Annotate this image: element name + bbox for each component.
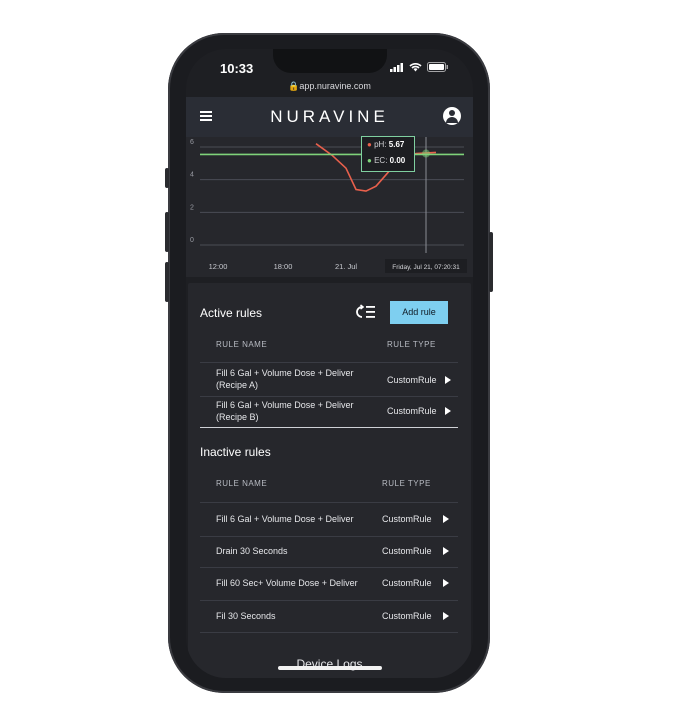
inactive-rule-row[interactable]: Fil 30 Seconds CustomRule [200, 600, 458, 633]
active-rules-title: Active rules [200, 306, 263, 320]
inactive-rule-row[interactable]: Fill 60 Sec+ Volume Dose + Deliver Custo… [200, 567, 458, 601]
y-tick-label: 0 [190, 237, 194, 244]
app-header: NURAVINE [186, 97, 473, 137]
ec-dot-icon: ● [367, 156, 372, 165]
wifi-icon [409, 63, 422, 72]
rule-name: Drain 30 Seconds [216, 546, 288, 556]
add-rule-button[interactable]: Add rule [390, 301, 448, 324]
rule-name-line2: (Recipe B) [216, 412, 259, 422]
active-col-rule-name: RULE NAME [216, 340, 268, 349]
rule-name-line2: (Recipe A) [216, 380, 259, 390]
ph-dot-icon: ● [367, 140, 372, 149]
rule-type: CustomRule [382, 514, 432, 524]
inactive-rule-row[interactable]: Fill 6 Gal + Volume Dose + Deliver Custo… [200, 502, 458, 537]
inactive-rule-row[interactable]: Drain 30 Seconds CustomRule [200, 535, 458, 568]
browser-url[interactable]: 🔒app.nuravine.com [186, 81, 473, 92]
user-avatar-icon[interactable] [443, 107, 461, 125]
power-button [489, 232, 493, 292]
cellular-signal-icon [390, 62, 403, 72]
chart-tooltip: ● pH: 5.67 ● EC: 0.00 [361, 136, 415, 172]
active-col-rule-type: RULE TYPE [387, 340, 436, 349]
chart-container: 6 4 2 0 12:00 18:00 21. Jul Friday, Jul 21, 07:… [186, 137, 473, 277]
active-rule-row[interactable]: Fill 6 Gal + Volume Dose + Deliver (Reci… [200, 362, 458, 397]
rule-type: CustomRule [382, 611, 432, 621]
status-time: 10:33 [220, 61, 254, 76]
inactive-col-rule-name: RULE NAME [216, 479, 268, 488]
tooltip-ec-value: 0.00 [389, 156, 406, 165]
rule-name: Fill 60 Sec+ Volume Dose + Deliver [216, 578, 358, 588]
volume-up-button [165, 212, 169, 252]
mute-switch [165, 168, 169, 188]
lock-icon: 🔒 [288, 81, 300, 91]
rule-name-line1: Fill 6 Gal + Volume Dose + Deliver [216, 368, 354, 378]
y-tick-label: 2 [190, 204, 194, 211]
rule-list-toggle-icon[interactable] [355, 304, 377, 320]
rule-type: CustomRule [382, 578, 432, 588]
y-tick-label: 6 [190, 139, 194, 146]
play-icon[interactable] [443, 579, 449, 587]
tooltip-ec-label: EC: [374, 156, 388, 165]
rule-name: Fil 30 Seconds [216, 611, 276, 621]
rule-type: CustomRule [387, 375, 437, 385]
status-bar: 10:33 🔒app.nuravine.com [186, 49, 473, 97]
status-icons [390, 62, 449, 72]
rule-type: CustomRule [382, 546, 432, 556]
home-indicator [278, 666, 382, 670]
x-tick-label: 12:00 [209, 262, 228, 271]
sensor-chart[interactable]: 6 4 2 0 12:00 18:00 21. Jul Friday, Jul 21, 07:… [186, 137, 473, 277]
rule-name: Fill 6 Gal + Volume Dose + Deliver [216, 514, 354, 524]
rule-name-line1: Fill 6 Gal + Volume Dose + Deliver [216, 400, 354, 410]
volume-down-button [165, 262, 169, 302]
play-icon[interactable] [443, 515, 449, 523]
rule-type: CustomRule [387, 406, 437, 416]
hover-point [422, 149, 430, 158]
play-icon[interactable] [445, 376, 451, 384]
url-text: app.nuravine.com [299, 81, 371, 91]
x-tick-label: 21. Jul [335, 262, 357, 271]
x-tick-label: 18:00 [274, 262, 293, 271]
play-icon[interactable] [445, 407, 451, 415]
tooltip-ph-value: 5.67 [388, 140, 405, 149]
tooltip-ph-label: pH: [374, 140, 387, 149]
active-rules-divider [200, 427, 458, 428]
rule-name: Fill 6 Gal + Volume Dose + Deliver (Reci… [216, 367, 354, 391]
phone-screen: 10:33 🔒app.nuravine.com NURAVINE 6 4 2 0… [186, 49, 473, 678]
notch [273, 49, 387, 73]
inactive-rules-title: Inactive rules [200, 445, 271, 459]
play-icon[interactable] [443, 547, 449, 555]
brand-logo: NURAVINE [270, 107, 389, 126]
active-rule-row[interactable]: Fill 6 Gal + Volume Dose + Deliver (Reci… [200, 395, 458, 428]
battery-icon [427, 62, 448, 72]
crosshair-label: Friday, Jul 21, 07:20:31 [392, 264, 460, 271]
inactive-col-rule-type: RULE TYPE [382, 479, 431, 488]
tooltip-ph: ● pH: 5.67 [367, 140, 404, 149]
play-icon[interactable] [443, 612, 449, 620]
rule-name: Fill 6 Gal + Volume Dose + Deliver (Reci… [216, 399, 354, 423]
y-tick-label: 4 [190, 172, 194, 179]
tooltip-ec: ● EC: 0.00 [367, 156, 405, 165]
